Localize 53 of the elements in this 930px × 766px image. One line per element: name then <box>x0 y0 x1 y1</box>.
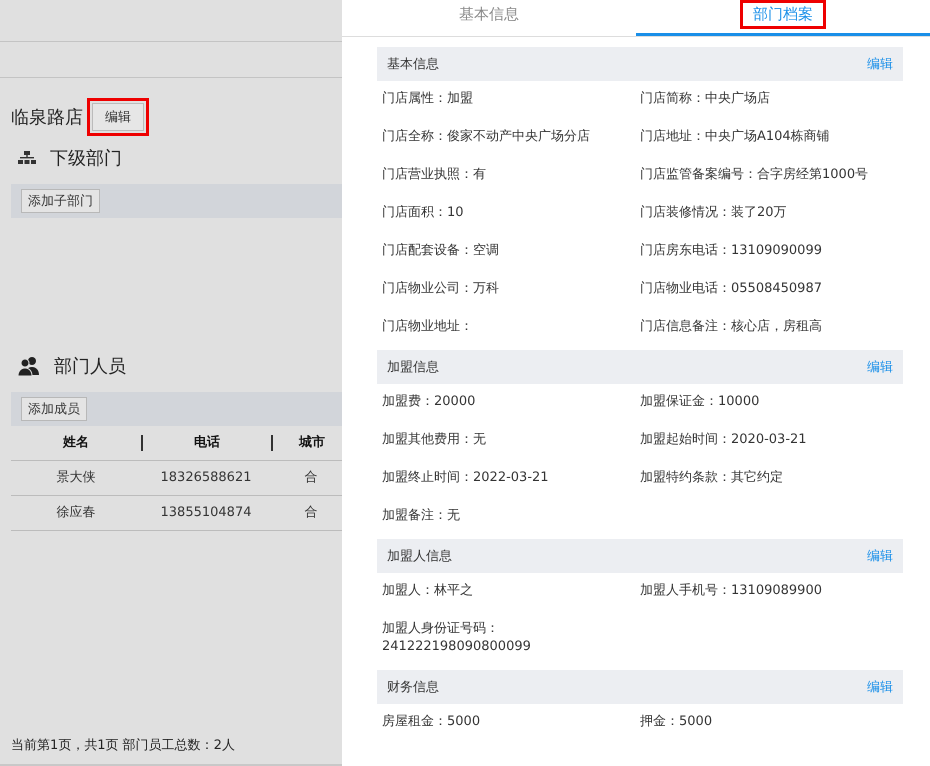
edit-link[interactable]: 编辑 <box>867 547 893 565</box>
edit-button[interactable]: 编辑 <box>92 103 144 131</box>
sitemap-icon <box>18 151 36 165</box>
info-field: 门店面积：10 <box>382 198 640 236</box>
column-header: 姓名 <box>62 435 90 451</box>
info-field: 加盟特约条款：其它约定 <box>640 463 898 501</box>
info-field: 加盟起始时间：2020-03-21 <box>640 425 898 463</box>
section-title: 加盟人信息 <box>387 548 452 565</box>
table-cell-text: 18326588621 <box>160 470 252 486</box>
info-field: 门店装修情况：装了20万 <box>640 198 898 236</box>
info-field: 加盟其他费用：无 <box>382 425 640 463</box>
info-field: 门店配套设备：空调 <box>382 236 640 274</box>
store-name: 临泉路店 <box>11 106 83 129</box>
table-cell-text: 景大侠 <box>56 470 96 486</box>
add-subdepartment-button[interactable]: 添加子部门 <box>21 189 100 213</box>
table-cell-text: 合 <box>304 505 318 521</box>
info-field: 加盟人：林平之 <box>382 576 640 614</box>
section-title: 下级部门 <box>50 147 122 170</box>
pagination-text: 当前第1页，共1页 部门员工总数：2人 <box>10 737 236 755</box>
table-cell-text: 徐应春 <box>56 505 96 521</box>
tab[interactable]: 部门档案 <box>636 0 930 36</box>
info-field: 门店营业执照：有 <box>382 160 640 198</box>
table-cell-text: 合 <box>304 470 318 486</box>
info-field: 门店物业地址： <box>382 312 640 350</box>
section-title: 基本信息 <box>387 56 439 73</box>
info-field: 房屋租金：5000 <box>382 707 640 745</box>
add-member-button[interactable]: 添加成员 <box>21 397 87 421</box>
info-field: 门店地址：中央广场A104栋商铺 <box>640 122 898 160</box>
info-field: 门店全称：俊家不动产中央广场分店 <box>382 122 640 160</box>
info-field: 押金：5000 <box>640 707 898 745</box>
users-icon <box>18 356 40 376</box>
info-field: 加盟终止时间：2022-03-21 <box>382 463 640 501</box>
info-field: 门店物业电话：05508450987 <box>640 274 898 312</box>
table-cell-text: 13855104874 <box>160 505 252 521</box>
edit-link[interactable]: 编辑 <box>867 678 893 696</box>
info-field: 加盟人身份证号码：241222198090800099 <box>382 614 640 670</box>
tab[interactable]: 基本信息 <box>342 0 636 36</box>
info-field: 门店信息备注：核心店，房租高 <box>640 312 898 350</box>
section-title: 财务信息 <box>387 679 439 696</box>
section-title: 部门人员 <box>54 355 126 378</box>
edit-link[interactable]: 编辑 <box>867 55 893 73</box>
info-field: 加盟保证金：10000 <box>640 387 898 425</box>
column-header: 电话 <box>141 435 271 451</box>
info-field: 门店房东电话：13109090099 <box>640 236 898 274</box>
info-field: 门店属性：加盟 <box>382 84 640 122</box>
info-field: 加盟人手机号：13109089900 <box>640 576 898 614</box>
info-field: 门店物业公司：万科 <box>382 274 640 312</box>
info-field: 门店简称：中央广场店 <box>640 84 898 122</box>
edit-link[interactable]: 编辑 <box>867 358 893 376</box>
section-title: 加盟信息 <box>387 359 439 376</box>
info-field: 门店监管备案编号：合字房经第1000号 <box>640 160 898 198</box>
info-field: 加盟费：20000 <box>382 387 640 425</box>
info-field: 加盟备注：无 <box>382 501 640 539</box>
